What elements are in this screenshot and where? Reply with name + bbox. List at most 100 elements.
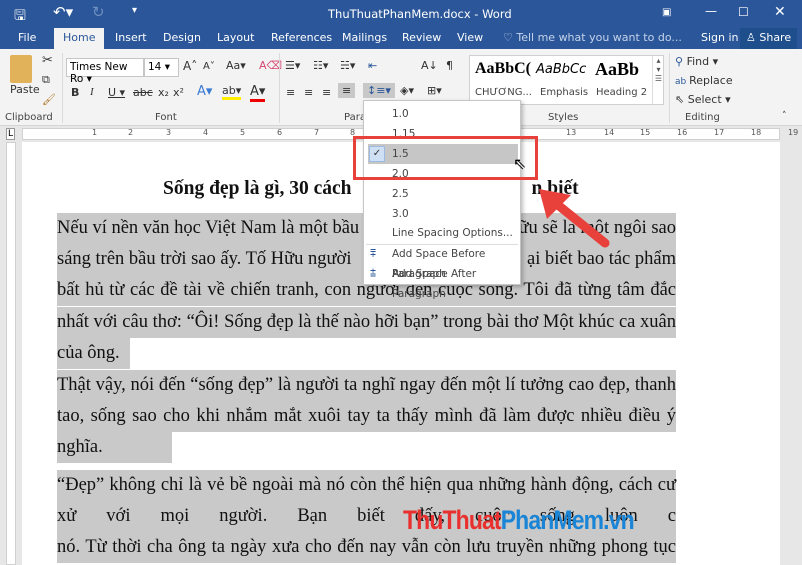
strikethrough-button[interactable]: abc xyxy=(133,86,153,99)
ruler-number: 13 xyxy=(566,128,577,137)
sort-icon[interactable]: A↓ xyxy=(421,59,438,72)
decrease-indent-icon[interactable]: ⇤ xyxy=(368,59,377,72)
heading-left: Sống đẹp là gì, 30 cách xyxy=(163,178,352,199)
add-space-after-item[interactable]: Add Space After Paragraph xyxy=(392,264,520,300)
customize-qat-icon[interactable]: ▾ xyxy=(132,5,137,16)
style-preview-emphasis[interactable]: AaBbCc xyxy=(536,62,586,77)
document-line[interactable]: nhất với câu thơ: “Ôi! Sống đẹp là thế n… xyxy=(57,307,676,338)
tab-selector-icon[interactable]: L xyxy=(6,128,16,140)
tab-review[interactable]: Review xyxy=(402,31,441,44)
document-line[interactable]: “Đẹp” không chỉ là vẻ bề ngoài mà nó còn… xyxy=(57,470,676,501)
font-name-value: Times New Ro xyxy=(70,61,128,85)
styles-scroll[interactable]: ▴ ▾ ☰ xyxy=(652,56,664,104)
tab-design[interactable]: Design xyxy=(163,31,201,44)
find-button[interactable]: ⚲ Find ▾ xyxy=(675,55,718,68)
line-text: tao, sống sao cho khi nhắm mắt xuôi tay … xyxy=(57,406,676,426)
style-preview-chuong[interactable]: AaBbC( xyxy=(475,60,531,78)
line-spacing-button[interactable]: ↕≡▾ xyxy=(363,83,395,98)
minimize-icon[interactable]: — xyxy=(705,4,717,18)
close-icon[interactable]: ✕ xyxy=(774,4,786,20)
replace-button[interactable]: ab Replace xyxy=(675,74,733,87)
style-name-heading2[interactable]: Heading 2 xyxy=(596,87,647,98)
replace-icon: ab xyxy=(675,77,690,87)
bullets-icon[interactable]: ☰▾ xyxy=(285,59,300,72)
style-name-emphasis[interactable]: Emphasis xyxy=(540,87,588,98)
lightbulb-icon: ♡ xyxy=(503,31,517,44)
style-name-chuong[interactable]: CHƯƠNG... xyxy=(475,87,532,98)
cut-icon[interactable]: ✂ xyxy=(42,53,53,68)
line-text: sáng trên bầu trời sao ấy. Tố Hữu người xyxy=(57,249,352,269)
bold-button[interactable]: B xyxy=(71,86,79,99)
add-space-before-item[interactable]: Add Space Before Paragraph xyxy=(392,244,520,280)
ruler-number: 15 xyxy=(640,128,651,137)
ruler-number: 14 xyxy=(604,128,615,137)
replace-label: Replace xyxy=(689,74,733,87)
shrink-font-icon[interactable]: A˅ xyxy=(203,61,215,72)
line-spacing-option[interactable]: 1.0 xyxy=(392,104,409,124)
numbering-icon[interactable]: ☷▾ xyxy=(313,59,328,72)
multilevel-list-icon[interactable]: ☵▾ xyxy=(340,59,355,72)
ribbon-display-icon[interactable]: ▣ xyxy=(662,7,671,18)
tab-insert[interactable]: Insert xyxy=(115,31,147,44)
tell-me-input[interactable]: ♡ Tell me what you want to do... xyxy=(503,31,682,44)
line-spacing-option[interactable]: 3.0 xyxy=(392,204,409,224)
save-icon[interactable]: 🖫 xyxy=(14,5,26,29)
ruler-number: 6 xyxy=(277,128,283,137)
copy-icon[interactable]: ⧉ xyxy=(42,73,50,87)
change-case-icon[interactable]: Aa▾ xyxy=(226,59,246,72)
select-button[interactable]: ⇖ Select ▾ xyxy=(675,93,731,106)
paste-button[interactable]: Paste xyxy=(10,83,40,96)
space-after-icon: ⩲ xyxy=(370,267,377,279)
document-line[interactable]: Thật vậy, nói đến “sống đẹp” là người ta… xyxy=(57,370,676,401)
align-center-icon[interactable]: ≡ xyxy=(304,86,313,99)
style-preview-heading2[interactable]: AaBb xyxy=(595,59,639,80)
shading-icon[interactable]: ◈▾ xyxy=(400,84,414,97)
watermark-part-b: PhanMem.vn xyxy=(500,505,635,535)
collapse-ribbon-icon[interactable]: ˄ xyxy=(782,111,787,121)
text-effects-icon[interactable]: A▾ xyxy=(197,84,212,99)
document-line[interactable]: tao, sống sao cho khi nhắm mắt xuôi tay … xyxy=(57,401,676,432)
maximize-icon[interactable]: ☐ xyxy=(738,5,749,19)
cursor-icon: ⇖ xyxy=(675,93,688,106)
font-name-select[interactable]: Times New Ro ▾ xyxy=(66,58,144,85)
underline-button[interactable]: U ▾ xyxy=(108,86,125,99)
tab-mailings[interactable]: Mailings xyxy=(342,31,387,44)
align-left-icon[interactable]: ≡ xyxy=(286,86,295,99)
line-text: Thật vậy, nói đến “sống đẹp” là người ta… xyxy=(57,375,676,395)
borders-icon[interactable]: ⊞▾ xyxy=(427,84,442,97)
tab-view[interactable]: View xyxy=(457,31,483,44)
italic-button[interactable]: I xyxy=(90,86,94,98)
ruler-number: 3 xyxy=(166,128,172,137)
tab-file[interactable]: File xyxy=(18,31,36,44)
highlight-icon[interactable]: ab▾ xyxy=(222,84,242,100)
sign-in-link[interactable]: Sign in xyxy=(701,31,739,44)
grow-font-icon[interactable]: A˄ xyxy=(183,59,197,73)
justify-icon[interactable]: ≡ xyxy=(338,83,356,98)
redo-icon[interactable]: ↻ xyxy=(92,3,105,21)
red-arrow-icon xyxy=(539,189,610,248)
document-line[interactable]: nghĩa. xyxy=(57,432,172,463)
line-spacing-option[interactable]: 2.5 xyxy=(392,184,409,204)
font-size-select[interactable]: 14 ▾ xyxy=(144,58,179,77)
font-color-icon[interactable]: A▾ xyxy=(250,84,266,102)
paste-icon[interactable] xyxy=(10,55,32,83)
line-text: nghĩa. xyxy=(57,437,103,457)
superscript-button[interactable]: x² xyxy=(173,86,184,99)
subscript-button[interactable]: x₂ xyxy=(158,86,169,99)
document-line[interactable]: của ông. xyxy=(57,338,130,369)
share-label: Share xyxy=(759,31,792,44)
show-marks-icon[interactable]: ¶ xyxy=(446,59,453,72)
document-line[interactable]: nó. Từ thời cha ông ta ngày xưa cho đến … xyxy=(57,532,676,563)
ruler-number: 2 xyxy=(128,128,134,137)
tab-layout[interactable]: Layout xyxy=(217,31,254,44)
tab-home[interactable]: Home xyxy=(54,28,105,49)
tab-references[interactable]: References xyxy=(271,31,332,44)
undo-icon[interactable]: ↶▾ xyxy=(53,3,73,21)
ruler-number: 16 xyxy=(677,128,688,137)
vertical-ruler[interactable] xyxy=(6,142,16,565)
format-painter-icon[interactable]: 🖌 xyxy=(42,93,56,106)
line-spacing-options-item[interactable]: Line Spacing Options... xyxy=(392,223,513,243)
align-right-icon[interactable]: ≡ xyxy=(322,86,331,99)
share-button[interactable]: ♙ Share xyxy=(740,28,798,49)
ruler-number: 7 xyxy=(314,128,320,137)
